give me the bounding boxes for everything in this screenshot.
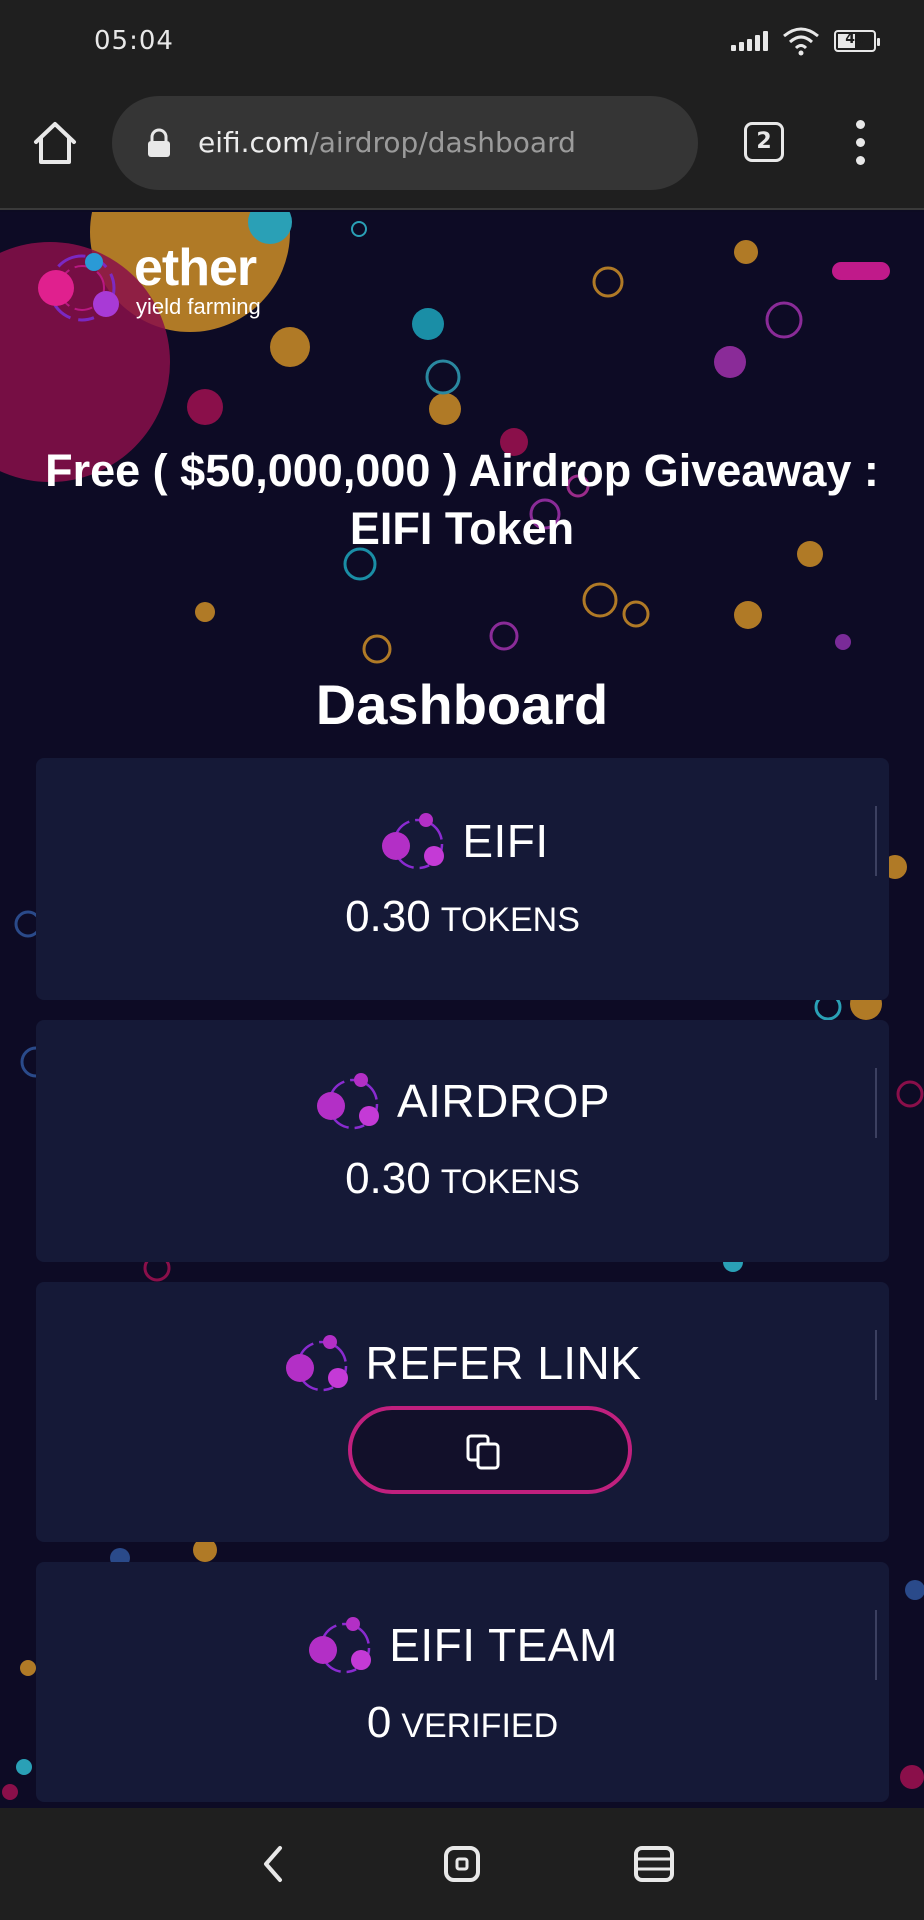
copy-icon	[466, 1434, 500, 1470]
page-headline: Free ( $50,000,000 ) Airdrop Giveaway : …	[45, 445, 879, 554]
status-bar: 05:04 44	[0, 0, 924, 86]
verified-count: 0	[366, 1698, 392, 1747]
home-nav-icon[interactable]	[438, 1842, 486, 1886]
home-icon[interactable]	[30, 118, 80, 168]
brand-logo[interactable]: ether yield farming	[36, 232, 296, 322]
eifi-token-icon	[382, 813, 445, 870]
recents-nav-icon[interactable]	[630, 1842, 678, 1886]
team-icon	[309, 1617, 372, 1674]
logo-tagline: yield farming	[136, 294, 261, 319]
back-nav-icon[interactable]	[250, 1842, 298, 1886]
token-unit: TOKENS	[440, 1163, 580, 1201]
lock-icon	[148, 128, 170, 157]
card-value: 0.30 TOKENS	[36, 1154, 889, 1204]
status-time: 05:04	[94, 26, 174, 56]
browser-toolbar: eifi.com/airdrop/dashboard 2	[0, 86, 924, 210]
card-header: EIFI TEAM	[36, 1614, 889, 1676]
card-label: AIRDROP	[396, 1075, 611, 1127]
system-nav-bar	[0, 1808, 924, 1920]
card-label: REFER LINK	[365, 1337, 642, 1389]
address-bar[interactable]: eifi.com/airdrop/dashboard	[112, 96, 698, 190]
card-label: EIFI TEAM	[389, 1619, 618, 1671]
refer-link-icon	[285, 1335, 348, 1392]
eifi-balance-card: EIFI 0.30 TOKENS	[36, 758, 889, 1000]
dashboard-title: Dashboard	[315, 673, 609, 736]
airdrop-token-icon	[316, 1073, 379, 1130]
logo-wordmark: ether	[134, 239, 257, 297]
token-amount: 0.30	[345, 892, 431, 941]
verified-unit: VERIFIED	[401, 1707, 559, 1745]
eifi-team-card: EIFI TEAM 0 VERIFIED	[36, 1562, 889, 1802]
copy-refer-link-button[interactable]	[348, 1406, 632, 1494]
more-vert-icon[interactable]	[840, 120, 880, 170]
card-value: 0 VERIFIED	[36, 1698, 889, 1748]
tabs-icon[interactable]: 2	[744, 122, 784, 162]
token-unit: TOKENS	[440, 901, 580, 939]
url-text: eifi.com/airdrop/dashboard	[198, 126, 576, 159]
card-label: EIFI	[462, 815, 549, 867]
battery-level-text: 44	[845, 31, 865, 47]
signal-icon	[731, 31, 768, 51]
url-path: /airdrop/dashboard	[309, 126, 576, 159]
card-header: AIRDROP	[36, 1070, 889, 1132]
nav-menu-toggle[interactable]	[832, 262, 890, 280]
battery-icon: 44	[834, 30, 880, 52]
token-amount: 0.30	[345, 1154, 431, 1203]
web-page: ether yield farming Free ( $50,000,000 )…	[0, 212, 924, 1808]
url-domain: eifi.com	[198, 126, 310, 159]
card-header: REFER LINK	[36, 1332, 889, 1394]
card-header: EIFI	[36, 810, 889, 872]
refer-link-card: REFER LINK	[36, 1282, 889, 1542]
airdrop-balance-card: AIRDROP 0.30 TOKENS	[36, 1020, 889, 1262]
wifi-icon	[783, 27, 819, 56]
status-icons: 44	[731, 26, 880, 56]
card-value: 0.30 TOKENS	[36, 892, 889, 942]
logo-mark-icon	[38, 253, 119, 322]
